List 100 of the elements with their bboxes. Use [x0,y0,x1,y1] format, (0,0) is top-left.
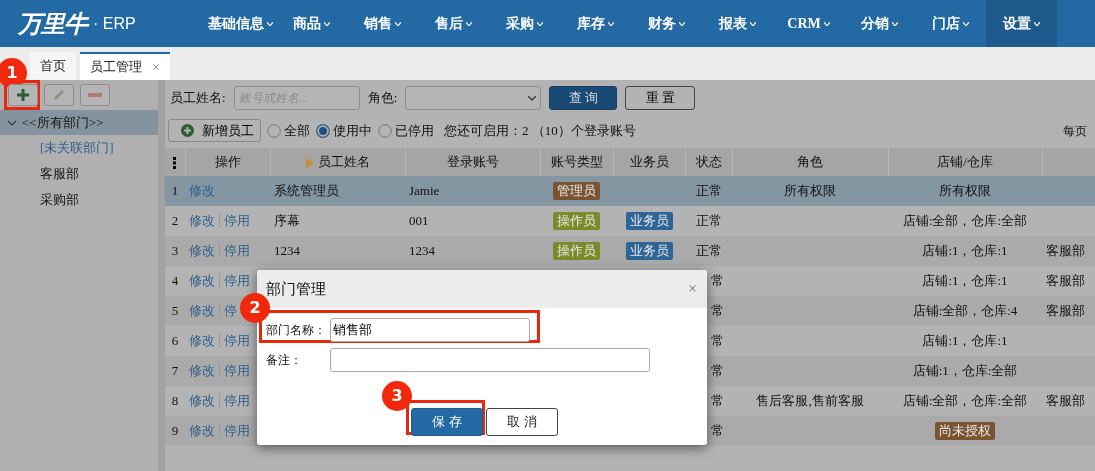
tree-item[interactable]: 客服部 [40,164,79,184]
cancel-button[interactable]: 取 消 [486,408,558,436]
caret-icon [324,21,330,26]
disable-link[interactable]: 停用 [219,243,250,259]
table-cell: 正常 [695,213,722,229]
table-cell: 1234 [274,243,300,259]
column-header[interactable]: 操作 [185,148,270,176]
caret-icon [537,21,543,26]
edit-link[interactable]: 修改 [189,423,215,439]
menu-item[interactable]: 售后 [418,0,489,47]
field-label: 角色: [367,89,398,108]
edit-link[interactable]: 修改 [189,213,215,229]
tree-item[interactable]: 采购部 [40,190,79,210]
menu-item[interactable]: 采购 [489,0,560,47]
row-number: 9 [171,423,179,439]
add-employee-button[interactable]: 新增员工 [168,119,261,142]
menu-item[interactable]: 分销 [844,0,915,47]
table-cell: 常 [711,423,724,439]
close-button[interactable]: × [687,277,697,301]
menu-item[interactable]: 设置 [986,0,1057,47]
quota-text: 您还可启用：2 （10）个登录账号 [444,121,636,140]
table-cell: 客服部 [1046,303,1085,319]
column-header[interactable]: 店铺/仓库 [888,148,1042,176]
tab[interactable]: 员工管理 × [80,52,170,80]
plus-icon [17,89,29,101]
table-cell: 常 [711,273,724,289]
edit-link[interactable]: 修改 [189,393,215,409]
table-cell: 客服部 [1046,243,1085,259]
table-cell: 店铺:1，仓库:全部 [912,363,1018,379]
column-header[interactable]: 业务员 [613,148,685,176]
caret-icon [963,21,969,26]
column-header[interactable]: 账号类型 [540,148,613,176]
row-number: 6 [171,333,179,349]
role-select[interactable] [405,86,542,110]
edit-link[interactable]: 修改 [189,243,215,259]
table-cell: 常 [711,303,724,319]
table-cell: 店铺:1，仓库:1 [922,273,1008,289]
edit-link[interactable]: 修改 [189,333,215,349]
table-cell: 店铺:全部，仓库:全部 [902,213,1028,229]
menu-item[interactable]: 基础信息 [205,0,276,47]
edit-link[interactable]: 修改 [189,363,215,379]
row-number: 8 [171,393,179,409]
table-cell: 常 [711,393,724,409]
tab[interactable]: 首页 [30,52,76,80]
row-number: 7 [171,363,179,379]
column-header[interactable]: 角色 [732,148,888,176]
table-cell: 序幕 [274,213,300,229]
radio-button[interactable]: 全部 [267,120,310,141]
table-cell: 售后客服,售前客服 [756,393,864,409]
plus-icon [181,124,194,137]
caret-icon [608,21,614,26]
edit-link[interactable]: 修改 [189,273,215,289]
menu-item[interactable]: 财务 [631,0,702,47]
add-button[interactable] [8,84,38,106]
table-cell: 所有权限 [784,183,836,199]
tree-item[interactable]: [未关联部门] [40,138,114,158]
edit-link[interactable]: 修改 [189,303,215,319]
salesman-badge: 业务员 [625,242,673,261]
disable-link[interactable]: 停用 [219,423,250,439]
caret-icon [679,21,685,26]
name-field[interactable]: 销售部 [330,318,530,342]
radio-button[interactable]: 使用中 [316,120,372,141]
tree-item[interactable]: <<所有部门>> [0,110,158,135]
menu-item[interactable]: 销售 [347,0,418,47]
query-button[interactable]: 查 询 [549,86,618,110]
chevron-icon [528,95,537,101]
edit-button[interactable] [44,84,74,106]
menu-item[interactable]: CRM [773,0,844,47]
column-header[interactable]: 员工姓名 [270,148,405,176]
close-icon[interactable]: × [152,56,160,78]
menu-item[interactable]: 报表 [702,0,773,47]
table-cell: Jamie [409,183,440,199]
table-cell: 常 [711,363,724,379]
product-name: · ERP [93,13,136,34]
disable-link[interactable]: 停用 [219,213,250,229]
minus-icon [88,93,102,97]
column-header[interactable]: 登录账号 [405,148,540,176]
disable-link[interactable]: 停用 [219,363,250,379]
pencil-icon [52,88,66,102]
account-type-badge: 操作员 [553,212,600,231]
disable-link[interactable]: 停用 [219,273,250,289]
disable-link[interactable]: 停用 [219,333,250,349]
splitter[interactable] [158,80,165,471]
menu-item[interactable]: 门店 [915,0,986,47]
save-button[interactable]: 保 存 [411,408,483,436]
menu-item[interactable]: 库存 [560,0,631,47]
table-cell: 店铺:全部，仓库:4 [912,303,1018,319]
row-number: 2 [171,213,179,229]
reset-button[interactable]: 重 置 [625,86,696,110]
remark-field[interactable] [330,348,650,372]
disable-link[interactable]: 停 [219,303,237,319]
row-number: 4 [171,273,179,289]
disable-link[interactable]: 停用 [219,393,250,409]
radio-button[interactable]: 已停用 [378,120,434,141]
delete-button[interactable] [80,84,110,106]
caret-icon [892,21,898,26]
field-label: 员工姓名: [170,89,226,108]
column-header[interactable]: 状态 [685,148,732,176]
salesman-badge: 业务员 [625,212,673,231]
menu-item[interactable]: 商品 [276,0,347,47]
